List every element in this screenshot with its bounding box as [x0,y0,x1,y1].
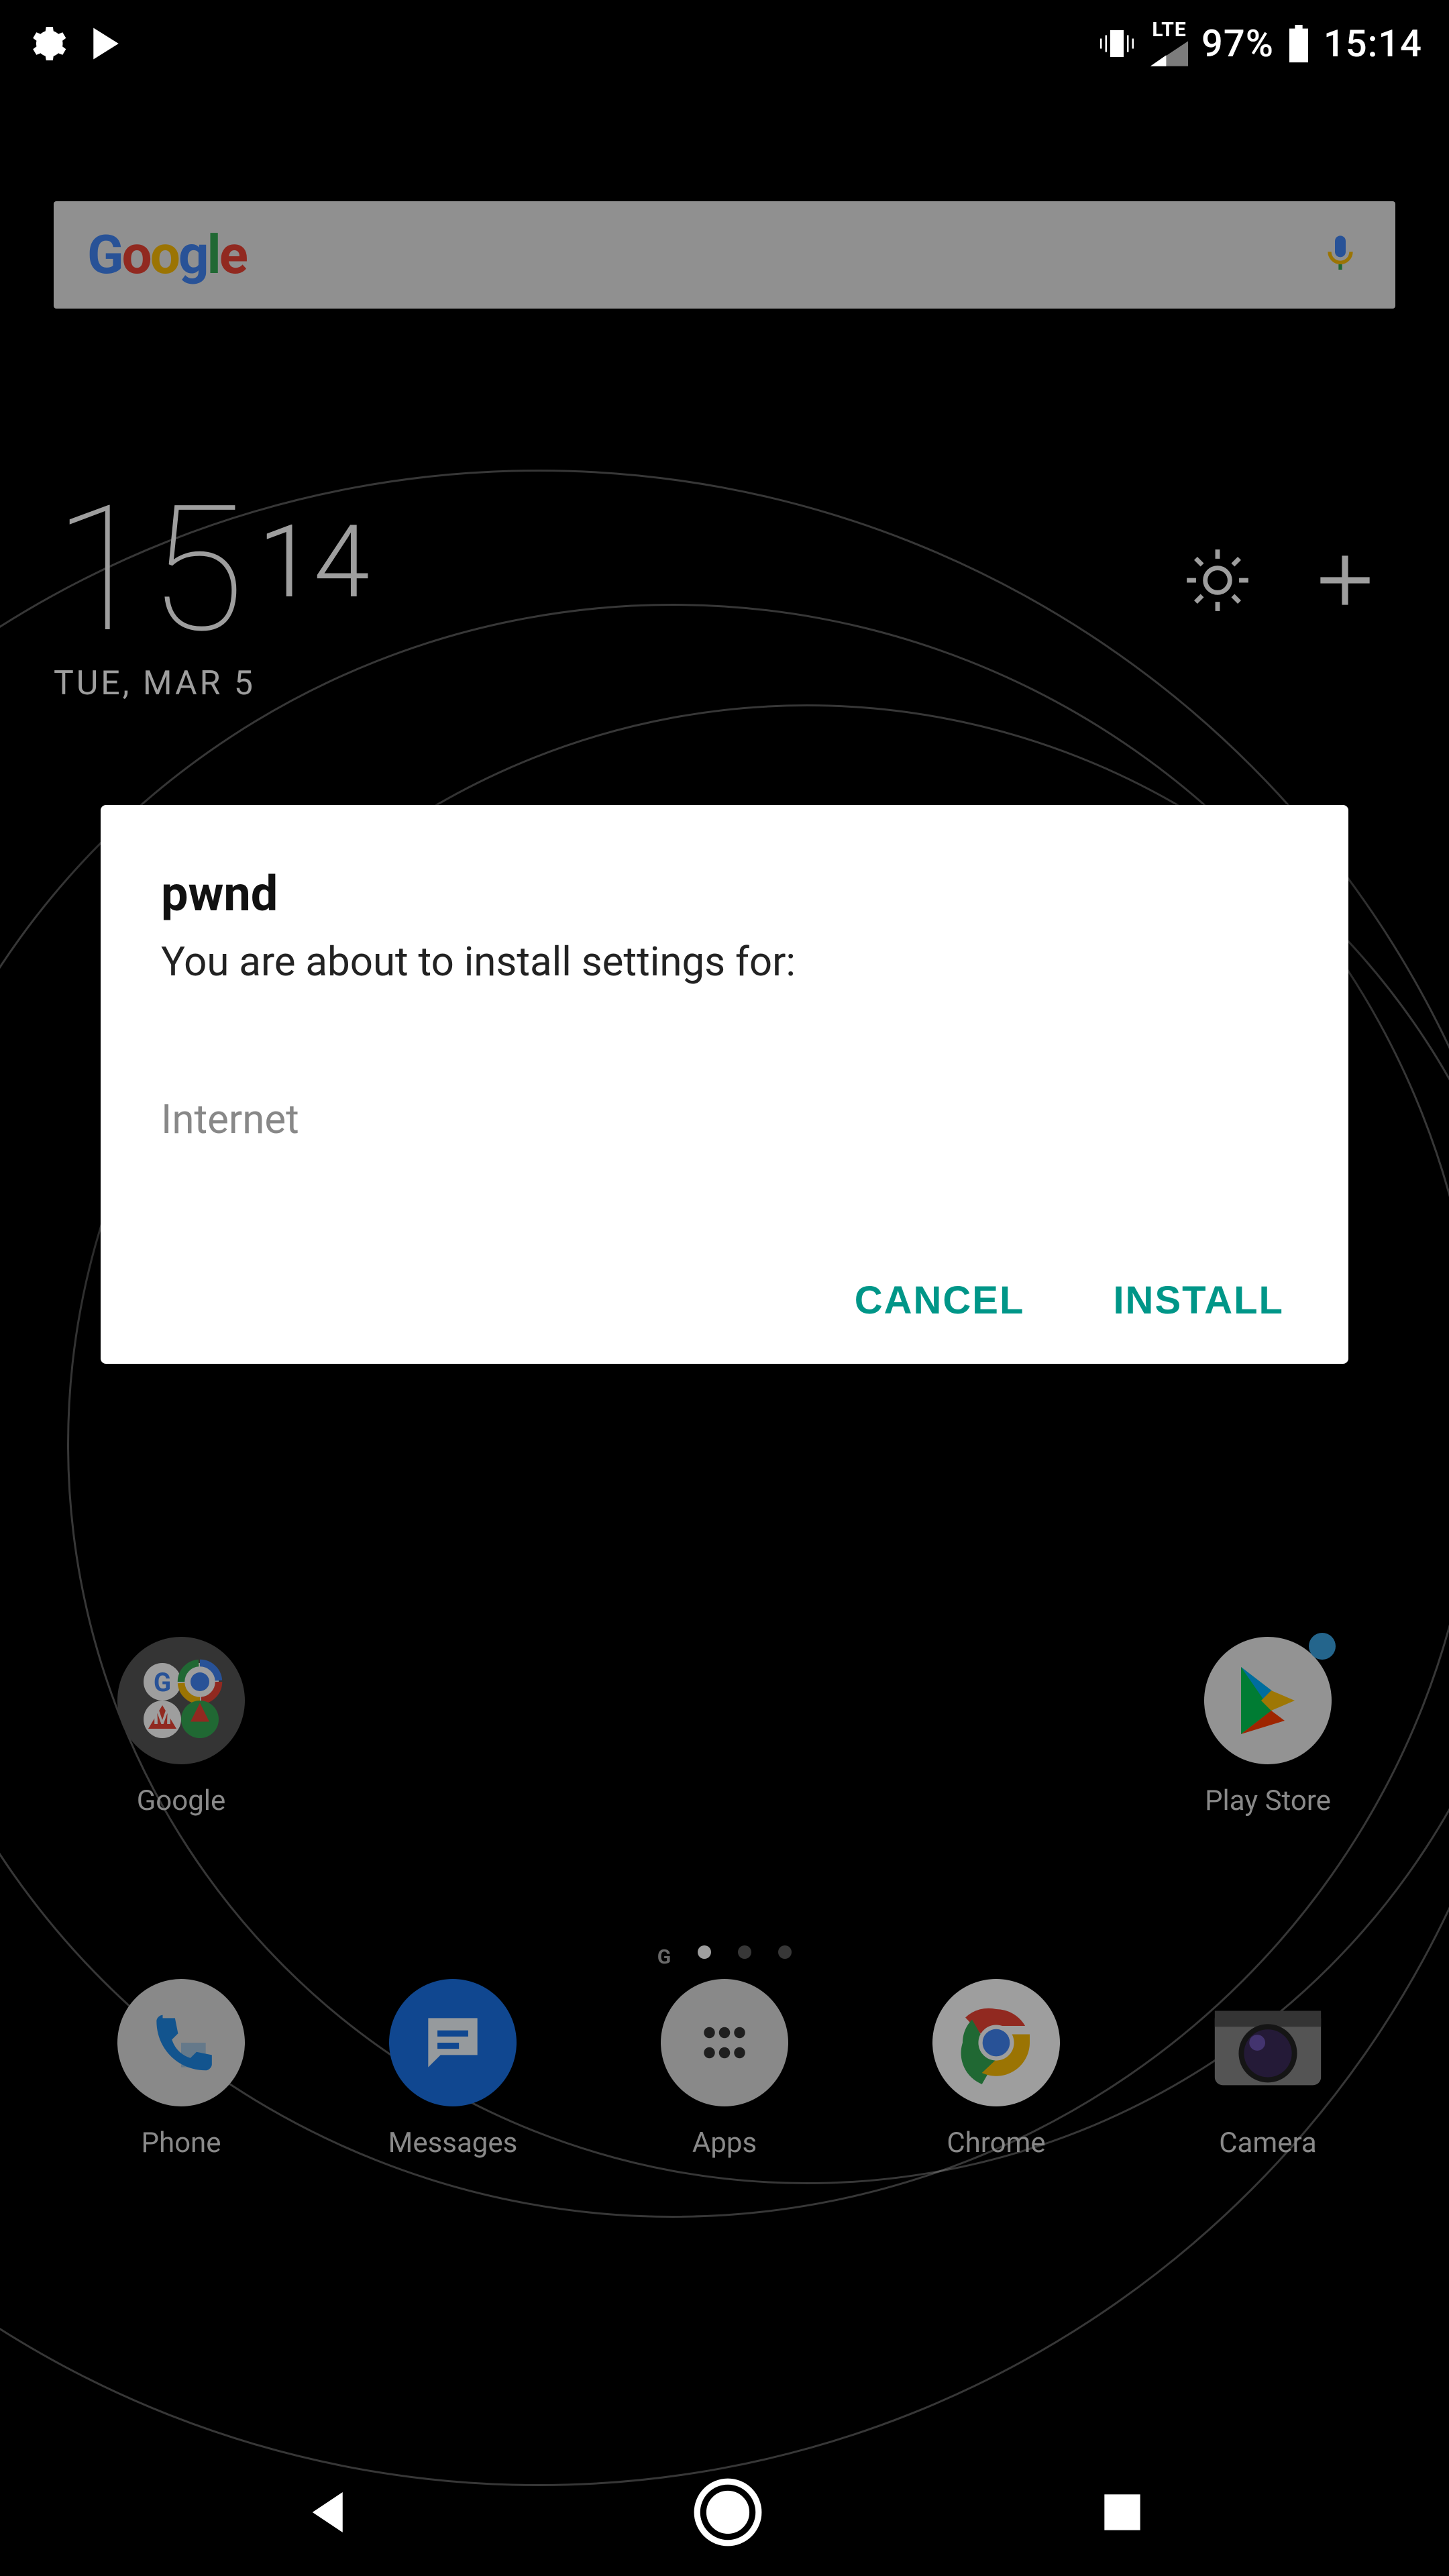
nav-back-icon[interactable] [300,2482,360,2542]
cancel-button[interactable]: CANCEL [851,1277,1029,1324]
dialog-subtitle: You are about to install settings for: [161,936,1288,988]
status-bar-overlay: LTE 97% 15:14 [0,0,1449,87]
nav-home-icon[interactable] [691,2475,765,2549]
play-store-status-icon [87,25,125,62]
signal-lte-icon: LTE [1150,20,1188,67]
dialog-title: pwnd [161,865,1288,922]
vibrate-icon [1097,23,1137,64]
nav-recents-icon[interactable] [1095,2485,1149,2539]
settings-sync-icon [27,23,67,64]
status-clock: 15:14 [1324,21,1422,66]
screen: LTE 97% 15:14 Google 15 14 [0,0,1449,2576]
device-frame: LTE 97% 15:14 Google 15 14 [0,0,1449,2576]
install-settings-dialog: pwnd You are about to install settings f… [101,805,1348,1364]
dialog-body: Internet [161,1095,1288,1143]
install-button[interactable]: INSTALL [1109,1277,1288,1324]
battery-icon [1287,25,1310,62]
battery-percent: 97% [1201,21,1274,66]
navigation-bar [0,2449,1449,2576]
